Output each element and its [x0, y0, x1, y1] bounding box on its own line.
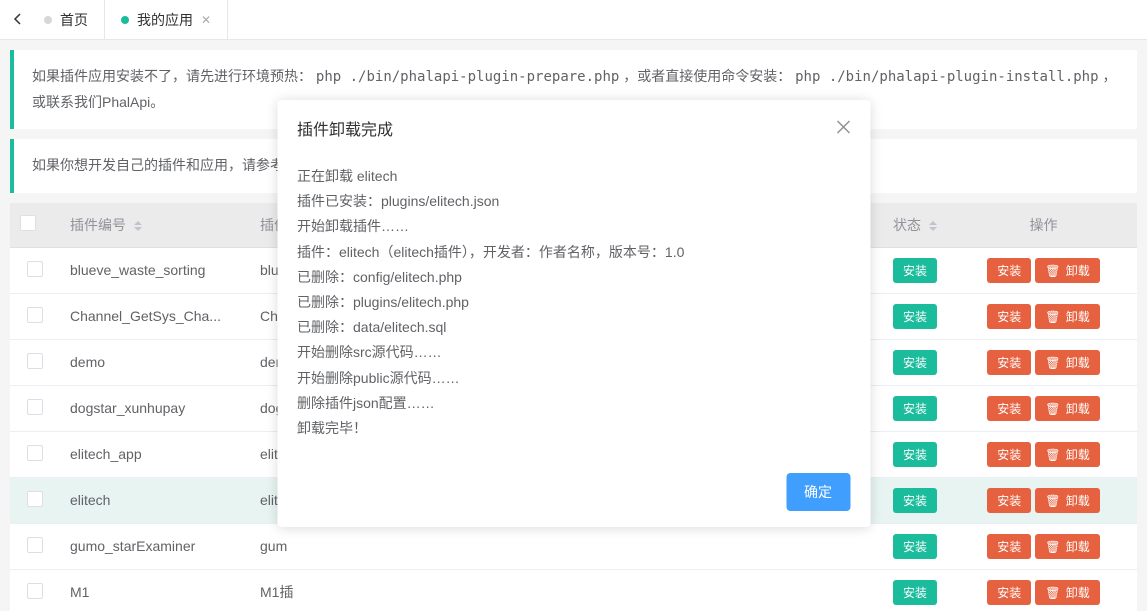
modal-log-line: 删除插件json配置…… — [297, 391, 850, 416]
modal-log-line: 开始删除src源代码…… — [297, 340, 850, 365]
modal-footer: 确定 — [277, 461, 870, 527]
close-icon — [836, 120, 850, 134]
tab-dot-icon — [44, 16, 52, 24]
modal-body: 正在卸载 elitech插件已安装：plugins/elitech.json开始… — [277, 156, 870, 461]
modal-log-line: 插件已安装：plugins/elitech.json — [297, 189, 850, 214]
uninstall-modal: 插件卸载完成 正在卸载 elitech插件已安装：plugins/elitech… — [277, 100, 870, 527]
modal-log-line: 开始删除public源代码…… — [297, 366, 850, 391]
close-icon[interactable]: ✕ — [201, 13, 211, 27]
tab-dot-icon — [121, 16, 129, 24]
tab-home[interactable]: 首页 — [28, 0, 105, 40]
modal-log-line: 插件：elitech（elitech插件），开发者：作者名称，版本号：1.0 — [297, 240, 850, 265]
chevron-left-icon — [12, 13, 24, 25]
modal-log-line: 已删除：plugins/elitech.php — [297, 290, 850, 315]
modal-close-button[interactable] — [836, 120, 850, 137]
nav-back-button[interactable] — [8, 12, 28, 28]
modal-log-line: 已删除：config/elitech.php — [297, 265, 850, 290]
confirm-button[interactable]: 确定 — [786, 473, 850, 511]
modal-title: 插件卸载完成 — [297, 116, 393, 140]
modal-header: 插件卸载完成 — [277, 100, 870, 156]
tab-label: 首页 — [60, 10, 88, 30]
modal-log-line: 已删除：data/elitech.sql — [297, 315, 850, 340]
tab-myapp[interactable]: 我的应用 ✕ — [105, 0, 228, 40]
modal-log-line: 开始卸载插件…… — [297, 214, 850, 239]
tab-label: 我的应用 — [137, 10, 193, 30]
tabs-bar: 首页 我的应用 ✕ — [0, 0, 1147, 40]
modal-log-line: 正在卸载 elitech — [297, 164, 850, 189]
modal-log-line: 卸载完毕！ — [297, 416, 850, 441]
